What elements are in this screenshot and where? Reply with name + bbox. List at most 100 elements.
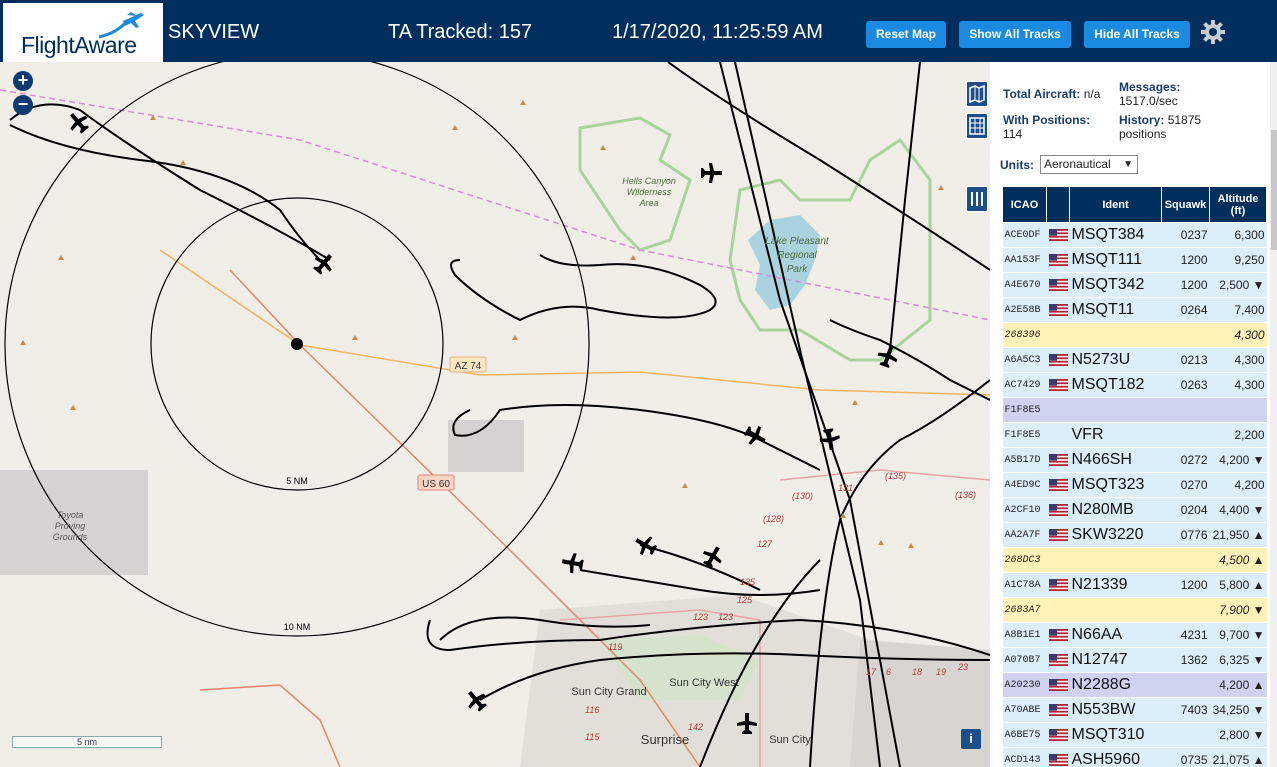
altitude-cell: 5,800 ▲ — [1209, 572, 1267, 598]
table-row[interactable]: F1F8E5 — [1002, 397, 1267, 423]
table-row[interactable]: 268396 4,300 — [1002, 322, 1267, 348]
route-119-label: 119 — [608, 642, 622, 652]
info-button[interactable]: i — [961, 729, 981, 749]
aircraft-table-body: ACE0DF MSQT384 0237 6,300 AA153F MSQT111 1200 9… — [1002, 222, 1267, 767]
table-row[interactable]: A8B1E1 N66AA 4231 9,700 ▼ — [1002, 622, 1267, 648]
route-123b-label: 123 — [718, 612, 733, 622]
map-view[interactable]: AZ 74 US 60 5 NM 10 NM Hells Canyon Wild… — [0, 62, 990, 767]
squawk-cell: 0264 — [1161, 297, 1210, 323]
table-row[interactable]: A5B17D N466SH 0272 4,200 ▼ — [1002, 447, 1267, 473]
panel-scrollbar[interactable] — [1270, 62, 1277, 767]
table-row[interactable]: A20230 N2288G 4,200 ▲ — [1002, 672, 1267, 698]
flightaware-logo[interactable]: FlightAware — [3, 3, 163, 62]
route-131-label: 131 — [838, 483, 853, 493]
column-header-ident[interactable]: Ident — [1069, 186, 1162, 223]
altitude-cell: 6,300 — [1209, 222, 1267, 248]
table-row[interactable]: AA153F MSQT111 1200 9,250 — [1002, 247, 1267, 273]
boundary-line — [0, 89, 990, 321]
icao-cell: AA2A7F — [1002, 522, 1047, 548]
table-row[interactable]: AA2A7F SKW3220 0776 21,950 ▲ — [1002, 522, 1267, 548]
ident-cell: MSQT11 — [1069, 297, 1162, 323]
ring-10nm-label: 10 NM — [284, 622, 311, 632]
us-flag-icon — [1048, 678, 1068, 691]
datetime: 1/17/2020, 11:25:59 AM — [612, 21, 823, 43]
show-all-tracks-button[interactable]: Show All Tracks — [959, 21, 1071, 48]
altitude-cell: 4,200 — [1209, 472, 1267, 498]
flag-cell — [1046, 522, 1070, 548]
altitude-cell: 34,250 ▼ — [1209, 697, 1267, 723]
table-row[interactable]: A6A5C3 N5273U 0213 4,300 — [1002, 347, 1267, 373]
route-135a-label: (135) — [885, 471, 906, 481]
units-select[interactable]: Aeronautical ▼ — [1040, 155, 1138, 174]
zoom-out-button[interactable]: − — [13, 95, 33, 115]
icao-cell: A8B1E1 — [1002, 622, 1047, 648]
squawk-cell: 1362 — [1161, 647, 1210, 673]
column-header-squawk[interactable]: Squawk — [1161, 186, 1210, 223]
altitude-cell: 7,900 ▼ — [1209, 597, 1267, 623]
airplane-icon — [561, 553, 584, 574]
ident-cell: N12747 — [1069, 647, 1162, 673]
route-127-label: 127 — [757, 539, 773, 549]
ident-cell: MSQT384 — [1069, 222, 1162, 248]
route-136-label: (136) — [955, 490, 976, 500]
icao-cell: ACD143 — [1002, 747, 1047, 767]
icao-cell: 268DC3 — [1002, 547, 1047, 573]
grid-button[interactable] — [966, 113, 988, 139]
flag-cell — [1046, 697, 1070, 723]
column-header-icao[interactable]: ICAO — [1002, 186, 1047, 223]
columns-button[interactable] — [966, 186, 988, 212]
lake-pleasant-water — [748, 215, 820, 310]
altitude-cell — [1209, 397, 1267, 423]
hells-canyon-label-1: Hells Canyon — [622, 176, 676, 186]
altitude-cell: 4,200 ▼ — [1209, 447, 1267, 473]
table-row[interactable]: A70ABE N553BW 7403 34,250 ▼ — [1002, 697, 1267, 723]
positions-stat: With Positions: 114 — [1003, 113, 1113, 141]
hide-all-tracks-button[interactable]: Hide All Tracks — [1084, 21, 1190, 48]
airplane-icon — [635, 536, 658, 556]
flag-cell — [1046, 422, 1070, 448]
table-row[interactable]: A070B7 N12747 1362 6,325 ▼ — [1002, 647, 1267, 673]
altitude-cell: 7,400 — [1209, 297, 1267, 323]
icao-cell: A2E58B — [1002, 297, 1047, 323]
us-flag-icon — [1048, 478, 1068, 491]
table-row[interactable]: A4ED9C MSQT323 0270 4,200 — [1002, 472, 1267, 498]
scrollbar-thumb[interactable] — [1271, 130, 1277, 250]
map-canvas[interactable]: AZ 74 US 60 5 NM 10 NM Hells Canyon Wild… — [0, 62, 990, 767]
table-row[interactable]: 268DC3 4,500 ▲ — [1002, 547, 1267, 573]
units-label: Units: — [1000, 158, 1034, 172]
squawk-cell — [1161, 722, 1210, 748]
flag-cell — [1046, 297, 1070, 323]
flag-cell — [1046, 547, 1070, 573]
table-row[interactable]: AC7429 MSQT182 0263 4,300 — [1002, 372, 1267, 398]
gear-icon[interactable] — [1200, 19, 1226, 45]
altitude-cell: 4,500 ▲ — [1209, 547, 1267, 573]
squawk-cell — [1161, 422, 1210, 448]
table-row[interactable]: A6BE75 MSQT310 2,800 ▼ — [1002, 722, 1267, 748]
table-row[interactable]: ACD143 ASH5960 0735 21,075 ▲ — [1002, 747, 1267, 767]
reset-map-button[interactable]: Reset Map — [866, 21, 946, 48]
table-row[interactable]: 2683A7 7,900 ▼ — [1002, 597, 1267, 623]
us-flag-icon — [1048, 753, 1068, 766]
column-header-altitude[interactable]: Altitude (ft) — [1209, 186, 1267, 223]
table-row[interactable]: ACE0DF MSQT384 0237 6,300 — [1002, 222, 1267, 248]
messages-value: 1517.0/sec — [1119, 94, 1178, 108]
column-header-flag[interactable] — [1046, 186, 1070, 223]
ident-cell — [1069, 397, 1162, 423]
squawk-cell: 0735 — [1161, 747, 1210, 767]
us60-label: US 60 — [422, 479, 450, 490]
zoom-in-button[interactable]: + — [13, 71, 33, 91]
flag-cell — [1046, 347, 1070, 373]
altitude-cell: 6,325 ▼ — [1209, 647, 1267, 673]
ident-cell: N466SH — [1069, 447, 1162, 473]
table-row[interactable]: A4E670 MSQT342 1200 2,500 ▼ — [1002, 272, 1267, 298]
squawk-cell: 7403 — [1161, 697, 1210, 723]
table-row[interactable]: A2CF10 N280MB 0204 4,400 ▼ — [1002, 497, 1267, 523]
total-aircraft-value: n/a — [1083, 87, 1101, 101]
map-layer-button[interactable] — [966, 81, 988, 107]
sun-city-grand-label: Sun City Grand — [571, 686, 646, 698]
route-125-label: 125 — [737, 595, 753, 605]
table-row[interactable]: A1C78A N21339 1200 5,800 ▲ — [1002, 572, 1267, 598]
table-row[interactable]: A2E58B MSQT11 0264 7,400 — [1002, 297, 1267, 323]
table-row[interactable]: F1F8E5 VFR 2,200 — [1002, 422, 1267, 448]
flag-cell — [1046, 647, 1070, 673]
